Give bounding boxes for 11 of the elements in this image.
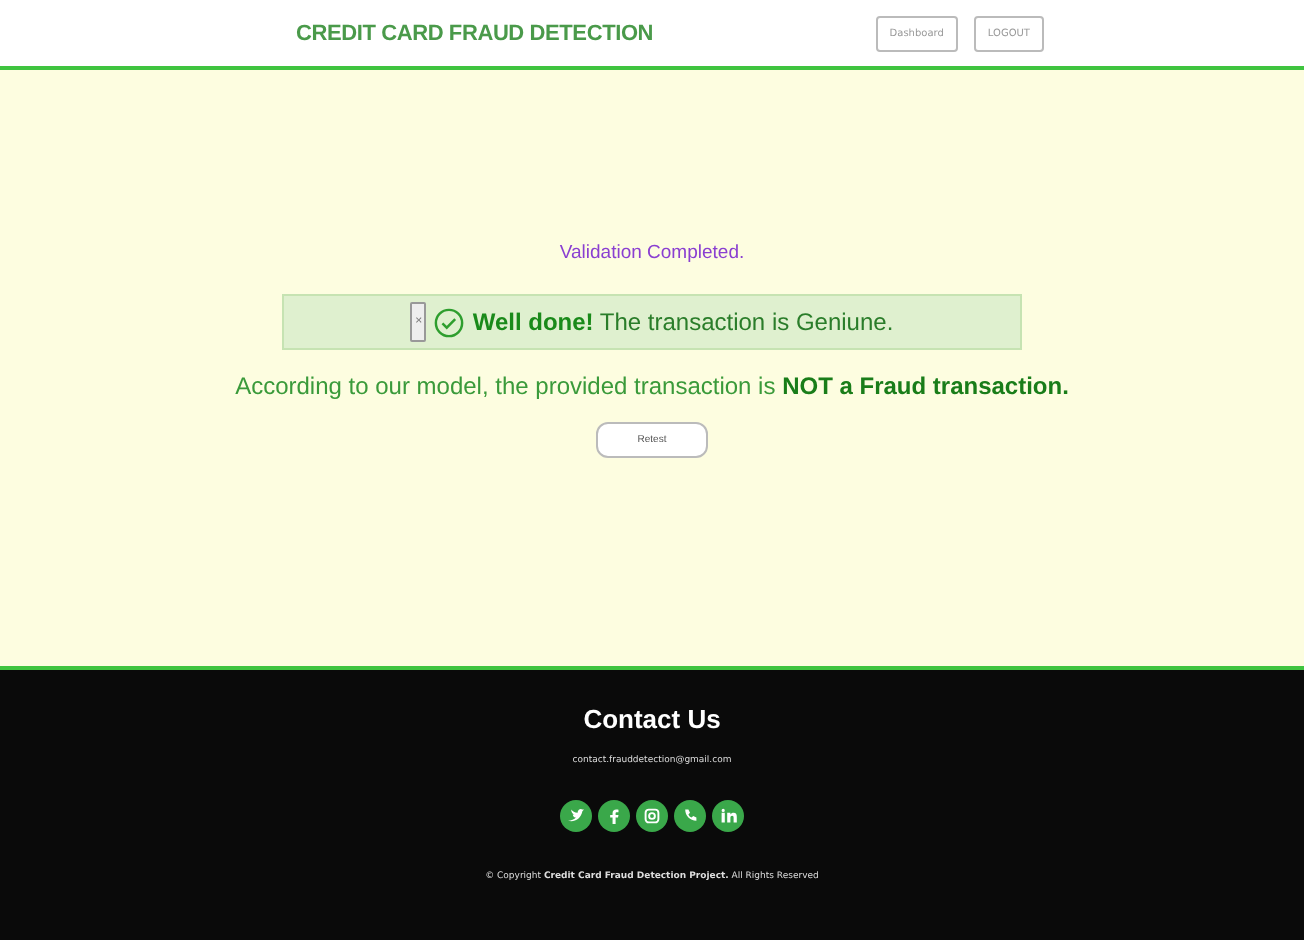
contact-title: Contact Us bbox=[583, 704, 721, 734]
camera-icon[interactable] bbox=[636, 800, 668, 832]
phone-icon[interactable] bbox=[674, 800, 706, 832]
alert-message: Well done! The transaction is Geniune. bbox=[472, 308, 894, 336]
check-circle-icon bbox=[434, 307, 465, 337]
brand-title: CREDIT CARD FRAUD DETECTION bbox=[296, 21, 654, 45]
result-heading: Validation Completed. bbox=[559, 242, 745, 264]
verdict-text: According to our model, the provided transaction is NOT a Fraud transaction. bbox=[235, 372, 1069, 400]
bird-icon[interactable] bbox=[560, 800, 592, 832]
facebook-icon[interactable] bbox=[598, 800, 630, 832]
linkedin-icon[interactable] bbox=[712, 800, 744, 832]
